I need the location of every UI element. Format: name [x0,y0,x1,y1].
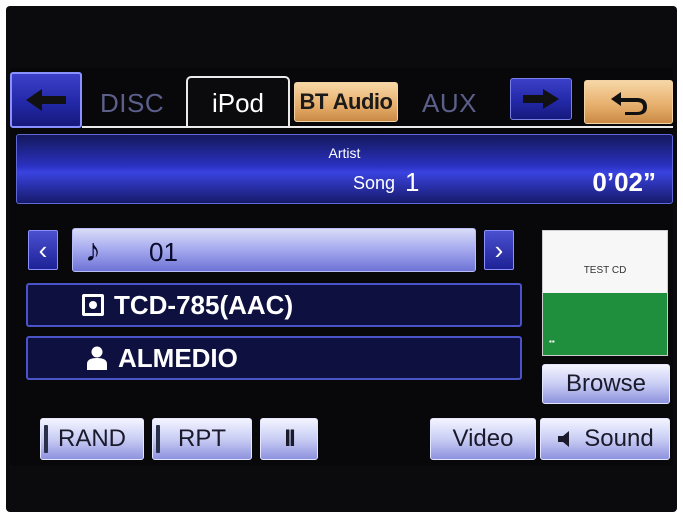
chevron-left-icon: ‹ [38,234,48,265]
sound-button[interactable]: Sound [540,418,670,460]
song-label: Song [353,173,396,193]
music-note-icon: ♪ [85,232,101,268]
album-art-logo: ▪▪ [549,337,555,346]
random-button[interactable]: RAND [40,418,144,460]
pause-icon: II [284,425,295,452]
forward-button[interactable] [510,78,572,120]
disc-icon [82,294,104,316]
chevron-right-icon: › [494,234,504,265]
artist-field: ALMEDIO [26,336,522,380]
left-arrow-icon [26,89,66,111]
audio-screen: DISC iPod BT Audio AUX Artist Song 1 0’0… [10,68,673,466]
track-number: 01 [149,237,178,267]
repeat-indicator [156,425,160,453]
pause-button[interactable]: II [260,418,318,460]
tab-aux[interactable]: AUX [422,88,477,119]
right-arrow-icon [523,89,559,109]
browse-button[interactable]: Browse [542,364,670,404]
artist-label: Artist [328,145,361,161]
repeat-label: RPT [178,425,226,452]
album-field: TCD-785(AAC) [26,283,522,327]
album-name: TCD-785(AAC) [114,289,294,320]
track-selector[interactable]: ♪ 01 [72,228,476,272]
video-button[interactable]: Video [430,418,536,460]
elapsed-time: 0’02” [592,167,656,197]
random-label: RAND [57,425,126,452]
person-icon [87,346,107,370]
previous-track-button[interactable]: ‹ [28,230,58,270]
tab-underline [82,126,673,128]
now-playing-bar: Artist Song 1 0’02” [16,134,673,204]
speaker-icon [558,431,570,447]
album-art-top [543,231,667,291]
tab-disc[interactable]: DISC [100,88,164,119]
return-button[interactable] [584,80,673,124]
repeat-button[interactable]: RPT [152,418,252,460]
artist-name: ALMEDIO [118,342,238,373]
album-art: TEST CD ▪▪ [542,230,668,356]
tab-bt-audio[interactable]: BT Audio [294,82,398,122]
tab-ipod[interactable]: iPod [186,76,290,128]
next-track-button[interactable]: › [484,230,514,270]
album-art-green-panel: ▪▪ [543,293,667,355]
song-number: 1 [405,167,420,197]
album-art-title: TEST CD [583,265,627,276]
return-icon [610,92,647,115]
back-button[interactable] [10,72,82,128]
sound-label: Sound [584,425,654,452]
random-indicator [44,425,48,453]
